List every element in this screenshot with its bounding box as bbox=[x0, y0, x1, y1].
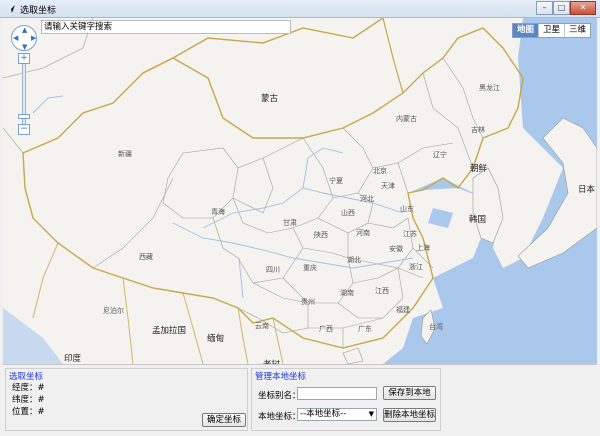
alias-input[interactable] bbox=[297, 387, 377, 400]
confirm-coordinate-button[interactable]: 确定坐标 bbox=[202, 413, 246, 427]
search-input[interactable]: 请输入关键字搜索 bbox=[41, 20, 291, 34]
pan-down-icon[interactable]: ▼ bbox=[22, 44, 27, 51]
pan-up-icon[interactable]: ▲ bbox=[22, 27, 27, 34]
map-label-shandong: 山东 bbox=[400, 205, 414, 213]
manage-local-group: 管理本地坐标 坐标别名： 保存到本地 本地坐标： --本地坐标-- ▼ 删除本地… bbox=[251, 368, 441, 431]
map-label-ningxia: 宁夏 bbox=[329, 177, 343, 185]
map-label-zhejiang: 浙江 bbox=[409, 263, 423, 271]
delete-local-button[interactable]: 删除本地坐标 bbox=[383, 408, 436, 422]
map-label-beijing: 北京 bbox=[373, 167, 387, 175]
pan-control[interactable]: ▲ ▼ ◀ ▶ bbox=[11, 25, 37, 51]
map-label-myanmar: 缅甸 bbox=[207, 334, 225, 344]
minimize-button[interactable]: – bbox=[536, 1, 553, 15]
close-button[interactable]: ✕ bbox=[570, 1, 596, 15]
map-label-heilongjiang: 黑龙江 bbox=[479, 84, 500, 92]
local-coordinate-label: 本地坐标： bbox=[258, 412, 301, 422]
manage-local-legend: 管理本地坐标 bbox=[255, 372, 307, 382]
pick-coordinate-group: 选取坐标 经度：# 纬度：# 位置：# 确定坐标 bbox=[5, 368, 248, 431]
map-label-yunnan: 云南 bbox=[255, 322, 269, 330]
bottom-panel: 选取坐标 经度：# 纬度：# 位置：# 确定坐标 管理本地坐标 坐标别名： 保存… bbox=[3, 364, 597, 434]
map-label-guangxi: 广西 bbox=[319, 325, 333, 333]
map-label-henan: 河南 bbox=[356, 229, 370, 237]
dropdown-arrow-icon: ▼ bbox=[368, 410, 374, 418]
zoom-in-button[interactable]: + bbox=[18, 53, 30, 64]
position-row: 位置：# bbox=[12, 405, 45, 417]
map-view[interactable]: 请输入关键字搜索 ▲ ▼ ◀ ▶ + − 地图 卫星 三维 蒙古 新疆 西藏 青… bbox=[3, 18, 597, 364]
map-label-hanguo: 韩国 bbox=[469, 215, 487, 225]
longitude-row: 经度：# bbox=[12, 381, 45, 393]
map-label-guizhou: 贵州 bbox=[301, 298, 315, 306]
map-type-3d[interactable]: 三维 bbox=[563, 24, 590, 37]
zoom-slider-handle[interactable] bbox=[18, 114, 30, 119]
map-label-india: 印度 bbox=[64, 354, 82, 364]
map-type-satellite[interactable]: 卫星 bbox=[537, 24, 564, 37]
map-label-jiangsu: 江苏 bbox=[403, 230, 417, 238]
map-label-liaoning: 辽宁 bbox=[433, 151, 447, 159]
cursor-arrow-icon bbox=[7, 5, 15, 13]
zoom-out-button[interactable]: − bbox=[18, 124, 30, 135]
alias-label: 坐标别名： bbox=[258, 391, 301, 401]
map-canvas[interactable] bbox=[3, 18, 597, 364]
map-label-xizang: 西藏 bbox=[139, 253, 153, 261]
position-value: # bbox=[37, 407, 45, 417]
maximize-button[interactable]: □ bbox=[553, 1, 570, 15]
map-label-taiwan: 台湾 bbox=[429, 323, 443, 331]
position-label: 位置： bbox=[12, 407, 38, 417]
map-label-gansu: 甘肃 bbox=[283, 219, 297, 227]
latitude-label: 纬度： bbox=[12, 395, 38, 405]
map-label-shanxi: 山西 bbox=[341, 209, 355, 217]
window-controls: – □ ✕ bbox=[536, 1, 596, 16]
pan-left-icon[interactable]: ◀ bbox=[13, 35, 18, 42]
map-label-nepal: 尼泊尔 bbox=[103, 307, 124, 315]
map-label-shaanxi: 陕西 bbox=[314, 231, 328, 239]
map-label-neimenggu: 内蒙古 bbox=[396, 115, 417, 123]
map-label-hebei: 河北 bbox=[360, 195, 374, 203]
pan-right-icon[interactable]: ▶ bbox=[31, 35, 36, 42]
map-label-bangladesh: 孟加拉国 bbox=[152, 326, 187, 336]
map-label-mongolia: 蒙古 bbox=[261, 94, 279, 104]
map-label-chaoxian: 朝鲜 bbox=[470, 164, 488, 174]
save-local-button[interactable]: 保存到本地 bbox=[383, 386, 436, 400]
local-coordinate-select[interactable]: --本地坐标-- ▼ bbox=[297, 408, 377, 421]
map-label-sichuan: 四川 bbox=[266, 266, 280, 274]
map-label-riben: 日本 bbox=[578, 185, 596, 195]
longitude-label: 经度： bbox=[12, 383, 38, 393]
map-label-hubei: 湖北 bbox=[347, 256, 361, 264]
map-label-anhui: 安徽 bbox=[389, 245, 403, 253]
window-title: 选取坐标 bbox=[20, 6, 57, 16]
map-label-shanghai: 上海 bbox=[416, 244, 430, 252]
map-type-switcher: 地图 卫星 三维 bbox=[511, 23, 591, 38]
map-label-jiangxi: 江西 bbox=[375, 287, 389, 295]
map-label-hunan: 湖南 bbox=[340, 289, 354, 297]
map-label-fujian: 福建 bbox=[396, 306, 410, 314]
map-label-xinjiang: 新疆 bbox=[118, 150, 132, 158]
longitude-value: # bbox=[37, 383, 45, 393]
local-coordinate-selected: --本地坐标-- bbox=[300, 409, 347, 419]
map-label-tianjin: 天津 bbox=[381, 182, 395, 190]
map-label-qinghai: 青海 bbox=[211, 208, 225, 216]
map-label-guangdong: 广东 bbox=[358, 325, 372, 333]
map-label-chongqing: 重庆 bbox=[303, 264, 317, 272]
map-label-jilin: 吉林 bbox=[471, 126, 485, 134]
title-bar: 选取坐标 – □ ✕ bbox=[0, 0, 600, 18]
map-type-map[interactable]: 地图 bbox=[512, 24, 538, 37]
latitude-value: # bbox=[37, 395, 45, 405]
latitude-row: 纬度：# bbox=[12, 393, 45, 405]
